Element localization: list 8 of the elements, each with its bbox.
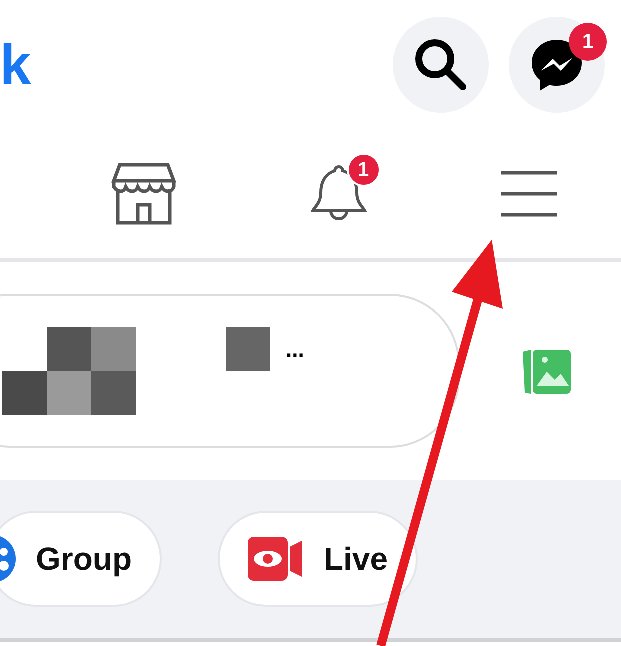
notification-badge: 1 xyxy=(569,23,607,61)
logo[interactable]: k xyxy=(0,37,32,93)
composer-field[interactable]: ... xyxy=(0,294,460,448)
messenger-button[interactable]: 1 xyxy=(509,17,605,113)
composer-text: ... xyxy=(286,336,304,364)
notification-badge: 1 xyxy=(346,153,380,187)
chip-button[interactable]: Live xyxy=(218,511,418,607)
chip-button[interactable]: Group xyxy=(0,511,162,607)
